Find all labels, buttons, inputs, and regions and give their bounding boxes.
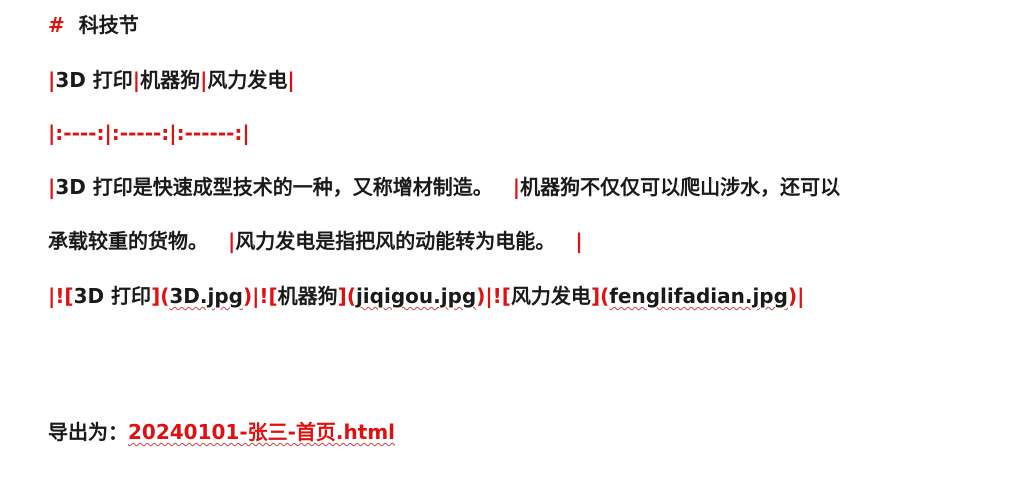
row-cell-3: 风力发电是指把风的动能转为电能。 (235, 229, 556, 253)
row-cell-2-part-1: 机器狗不仅仅可以爬山涉水，还可以 (520, 175, 841, 199)
image-file-3: fenglifadian.jpg (609, 284, 788, 308)
pipe: | (575, 229, 583, 253)
pipe: | (132, 68, 141, 92)
image-alt-3: 风力发电 (510, 284, 591, 308)
image-alt-1: 3D 打印 (73, 284, 152, 308)
image-row-line: |![3D 打印](3D.jpg)|![机器狗](jiqigou.jpg)|![… (48, 284, 805, 308)
export-filename: 20240101-张三-首页.html (128, 420, 396, 444)
image-file-1: 3D.jpg (169, 284, 243, 308)
image-alt-2: 机器狗 (277, 284, 338, 308)
export-label: 导出为： (48, 420, 128, 444)
export-line: 导出为：20240101-张三-首页.html (48, 418, 395, 446)
row-cell-2-part-2: 承载较重的货物。 (48, 229, 208, 253)
heading-hash: # (48, 13, 65, 37)
pipe: | (512, 175, 521, 199)
table-header-line: |3D 打印|机器狗|风力发电| (48, 66, 295, 94)
row-cell-1: 3D 打印是快速成型技术的一种，又称增材制造。 (55, 175, 493, 199)
header-cell-2: 机器狗 (140, 68, 201, 92)
heading-line: # 科技节 (48, 11, 139, 39)
table-align-line: |:----:|:-----:|:------:| (48, 119, 250, 147)
header-cell-1: 3D 打印 (55, 68, 133, 92)
image-file-2: jiqigou.jpg (355, 284, 477, 308)
heading-title: 科技节 (78, 13, 139, 37)
header-cell-3: 风力发电 (207, 68, 288, 92)
table-row-line-2: 承载较重的货物。 |风力发电是指把风的动能转为电能。 | (48, 227, 583, 255)
table-align-markup: |:----:|:-----:|:------:| (48, 121, 250, 145)
pipe: | (287, 68, 295, 92)
table-row-line-1: |3D 打印是快速成型技术的一种，又称增材制造。 |机器狗不仅仅可以爬山涉水，还可… (48, 173, 840, 201)
